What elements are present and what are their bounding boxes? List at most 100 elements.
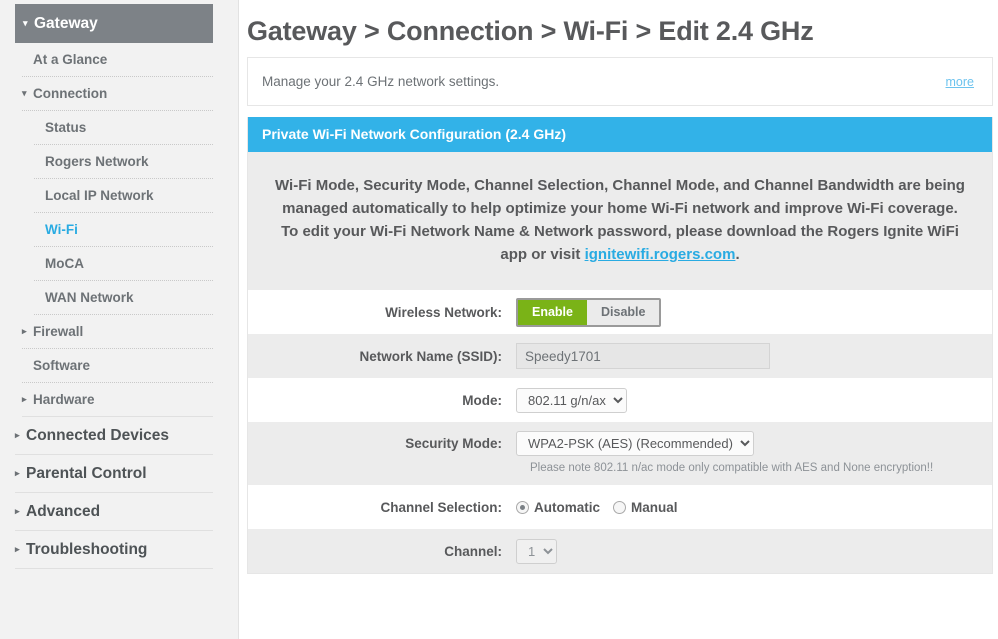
sidebar-item-firewall[interactable]: Firewall: [0, 315, 238, 349]
sidebar-item-label: At a Glance: [33, 52, 108, 67]
sidebar-item-connected-devices[interactable]: Connected Devices: [0, 417, 238, 455]
security-mode-select[interactable]: WPA2-PSK (AES) (Recommended): [516, 431, 754, 456]
row-wireless-network: Wireless Network: Enable Disable: [248, 290, 992, 334]
sidebar-item-wi-fi[interactable]: Wi-Fi: [0, 213, 238, 247]
channel-selection-automatic-label: Automatic: [534, 499, 601, 515]
auto-managed-notice: Wi-Fi Mode, Security Mode, Channel Selec…: [248, 152, 992, 290]
sidebar-item-software[interactable]: Software: [0, 349, 238, 383]
chevron-down-icon: [23, 19, 34, 28]
chevron-right-icon: [15, 469, 26, 478]
sidebar-item-label: Connection: [33, 86, 108, 101]
row-security-mode: Security Mode: WPA2-PSK (AES) (Recommend…: [248, 422, 992, 485]
sidebar-item-label: Status: [45, 120, 87, 135]
chevron-down-icon: [22, 89, 33, 98]
mode-label: Mode:: [462, 392, 502, 408]
ignitewifi-link[interactable]: ignitewifi.rogers.com: [585, 246, 736, 263]
sidebar: Gateway At a Glance Connection Status Rogers…: [0, 0, 239, 639]
channel-selection-field: Automatic Manual: [516, 500, 992, 515]
row-channel-selection: Channel Selection: Automatic Manual: [248, 485, 992, 529]
security-mode-line: Security Mode: WPA2-PSK (AES) (Recommend…: [248, 431, 992, 456]
sidebar-item-label: WAN Network: [45, 290, 134, 305]
chevron-right-icon: [22, 327, 33, 336]
row-network-name: Network Name (SSID):: [248, 334, 992, 378]
channel-selection-manual-label: Manual: [631, 499, 678, 515]
sidebar-item-wan-network[interactable]: WAN Network: [0, 281, 238, 315]
sidebar-item-troubleshooting[interactable]: Troubleshooting: [0, 531, 238, 569]
radio-off-icon: [613, 500, 627, 514]
sidebar-item-row[interactable]: Parental Control: [15, 455, 213, 493]
sidebar-item-label: Gateway: [34, 14, 98, 32]
intro-text: Manage your 2.4 GHz network settings.: [262, 74, 500, 89]
sidebar-item-connection[interactable]: Connection: [0, 77, 238, 111]
security-mode-note: Please note 802.11 n/ac mode only compat…: [530, 462, 934, 474]
sidebar-item-local-ip-network[interactable]: Local IP Network: [0, 179, 238, 213]
wireless-network-field: Enable Disable: [516, 297, 992, 327]
main-content: Gateway > Connection > Wi-Fi > Edit 2.4 …: [239, 0, 998, 639]
sidebar-item-row[interactable]: WAN Network: [34, 281, 213, 315]
sidebar-item-row[interactable]: Rogers Network: [34, 145, 213, 179]
sidebar-item-label: Connected Devices: [26, 426, 169, 444]
wireless-enable-button[interactable]: Enable: [518, 299, 587, 325]
channel-selection-manual-radio[interactable]: Manual: [613, 500, 678, 515]
notice-text-part2: .: [735, 246, 740, 263]
mode-select[interactable]: 802.11 g/n/ax: [516, 387, 627, 413]
channel-label: Channel:: [444, 543, 502, 559]
channel-selection-label: Channel Selection:: [380, 499, 502, 515]
sidebar-item-label: Hardware: [33, 392, 95, 407]
channel-selection-radio-group: Automatic Manual: [516, 500, 678, 515]
security-mode-label: Security Mode:: [405, 436, 502, 451]
sidebar-item-row[interactable]: Gateway: [15, 4, 213, 43]
mode-field: 802.11 g/n/ax: [516, 387, 992, 413]
chevron-right-icon: [15, 507, 26, 516]
sidebar-item-row[interactable]: MoCA: [34, 247, 213, 281]
sidebar-item-parental-control[interactable]: Parental Control: [0, 455, 238, 493]
chevron-right-icon: [15, 431, 26, 440]
channel-select[interactable]: 1: [516, 538, 557, 564]
sidebar-item-row[interactable]: Troubleshooting: [15, 531, 213, 569]
sidebar-item-row[interactable]: Wi-Fi: [34, 213, 213, 247]
chevron-right-icon: [15, 545, 26, 554]
sidebar-item-moca[interactable]: MoCA: [0, 247, 238, 281]
wireless-network-toggle[interactable]: Enable Disable: [516, 297, 662, 327]
sidebar-nav-list: Gateway At a Glance Connection Status Rogers…: [0, 4, 238, 569]
network-name-field: [516, 343, 992, 369]
sidebar-item-row[interactable]: Advanced: [15, 493, 213, 531]
ssid-input[interactable]: [516, 343, 770, 369]
sidebar-item-label: Troubleshooting: [26, 540, 148, 558]
sidebar-item-row[interactable]: Status: [34, 111, 213, 145]
sidebar-item-label: Wi-Fi: [45, 222, 78, 237]
sidebar-item-at-a-glance[interactable]: At a Glance: [0, 43, 238, 77]
sidebar-item-hardware[interactable]: Hardware: [0, 383, 238, 417]
sidebar-item-gateway[interactable]: Gateway: [0, 4, 238, 43]
channel-selection-automatic-radio[interactable]: Automatic: [516, 500, 600, 515]
sidebar-item-row[interactable]: Local IP Network: [34, 179, 213, 213]
sidebar-item-label: Local IP Network: [45, 188, 154, 203]
sidebar-item-status[interactable]: Status: [0, 111, 238, 145]
more-link[interactable]: more: [946, 75, 974, 89]
panel-header-title: Private Wi-Fi Network Configuration (2.4…: [248, 117, 992, 152]
sidebar-item-label: MoCA: [45, 256, 84, 271]
sidebar-item-row[interactable]: Software: [22, 349, 213, 383]
sidebar-item-label: Software: [33, 358, 91, 373]
sidebar-item-row[interactable]: Hardware: [22, 383, 213, 417]
sidebar-item-row[interactable]: Connection: [22, 77, 213, 111]
row-channel: Channel: 1: [248, 529, 992, 573]
sidebar-item-label: Firewall: [33, 324, 84, 339]
wireless-network-label: Wireless Network:: [385, 304, 502, 320]
sidebar-item-rogers-network[interactable]: Rogers Network: [0, 145, 238, 179]
sidebar-item-label: Parental Control: [26, 464, 147, 482]
wifi-config-panel: Private Wi-Fi Network Configuration (2.4…: [247, 117, 993, 574]
sidebar-item-row[interactable]: Firewall: [22, 315, 213, 349]
chevron-right-icon: [22, 395, 33, 404]
sidebar-item-label: Rogers Network: [45, 154, 149, 169]
sidebar-item-row[interactable]: At a Glance: [22, 43, 213, 77]
sidebar-item-advanced[interactable]: Advanced: [0, 493, 238, 531]
security-mode-field: WPA2-PSK (AES) (Recommended): [516, 431, 992, 456]
breadcrumb-page-title: Gateway > Connection > Wi-Fi > Edit 2.4 …: [247, 16, 814, 46]
network-name-label: Network Name (SSID):: [359, 348, 502, 364]
radio-on-icon: [516, 500, 529, 514]
wireless-disable-button[interactable]: Disable: [587, 299, 660, 325]
channel-field: 1: [516, 538, 992, 564]
sidebar-item-row[interactable]: Connected Devices: [15, 417, 213, 455]
sidebar-item-label: Advanced: [26, 502, 101, 520]
